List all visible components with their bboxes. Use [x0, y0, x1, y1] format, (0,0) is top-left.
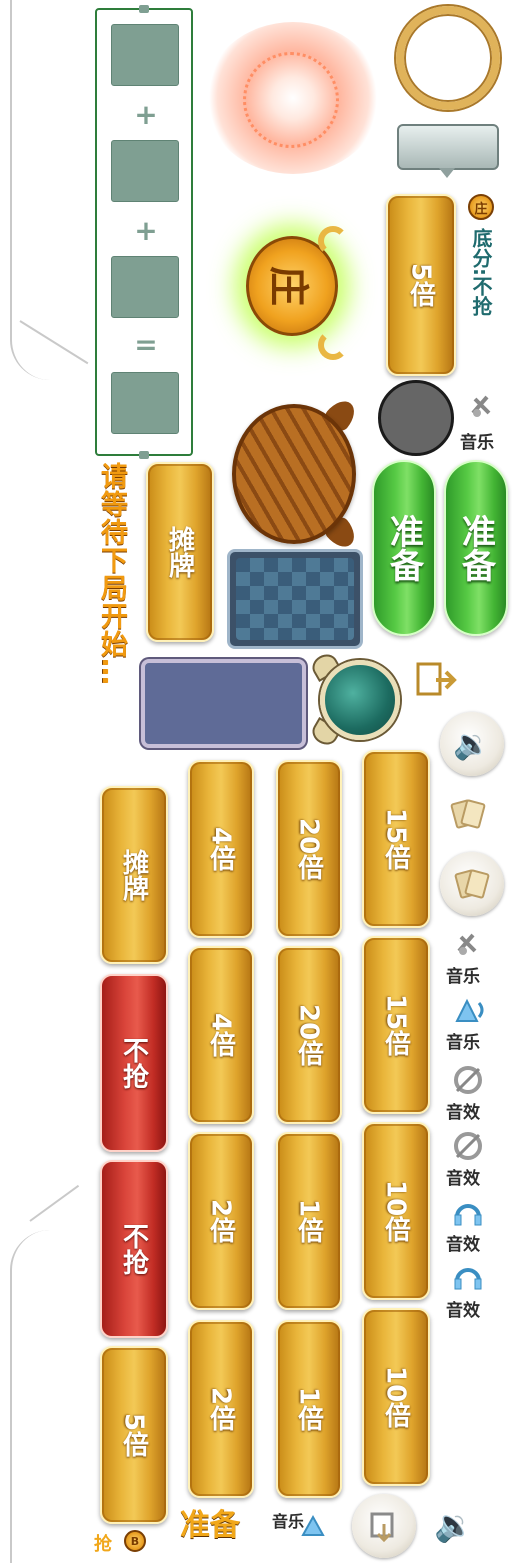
decor-curve-bottom	[10, 1230, 70, 1563]
ready-label-text: 准备	[180, 1508, 240, 1543]
multiplier-button-m3[interactable]: 1倍	[276, 1132, 342, 1310]
multiplier-button-l2[interactable]: 4倍	[188, 946, 254, 1124]
music-on-bottom-svg	[301, 1514, 325, 1536]
info-panel	[141, 659, 306, 748]
music-mute-icon-top[interactable]	[460, 384, 504, 428]
music-label-3: 音乐	[446, 1033, 480, 1053]
multiplier-button-m1[interactable]: 20倍	[276, 760, 342, 938]
effect-mute-svg-2	[454, 1132, 482, 1160]
avatar-frame-ring	[396, 6, 500, 110]
formula-slot-1	[111, 24, 179, 86]
cards-icon-1[interactable]	[446, 792, 490, 836]
alarm-clock-icon	[320, 660, 400, 740]
music-label-top: 音乐	[460, 433, 494, 453]
small-coin-glyph: 庄	[474, 201, 488, 217]
formula-equals: =	[134, 328, 158, 361]
multiplier-button-r4[interactable]: 10倍	[362, 1308, 430, 1486]
effect-mute-icon-1[interactable]	[446, 1058, 490, 1102]
multiplier-button-l4[interactable]: 2倍	[188, 1320, 254, 1498]
base-score-label: 底分:不抢	[469, 228, 493, 316]
multiplier-button-m2[interactable]: 20倍	[276, 946, 342, 1124]
speaker-icon-bottom[interactable]: 🔉	[434, 1506, 474, 1544]
banker-horn-bottom-icon	[318, 330, 348, 360]
formula-bottom-knob	[139, 451, 149, 459]
effect-on-svg-1	[454, 1204, 482, 1226]
formula-slot-result	[111, 372, 179, 434]
effect-label-1: 音效	[446, 1103, 480, 1123]
effect-label-3: 音效	[446, 1235, 480, 1255]
effect-on-svg-2	[454, 1268, 482, 1290]
multiplier-button-l3[interactable]: 2倍	[188, 1132, 254, 1310]
decor-curve-bottom-diag	[29, 1184, 80, 1222]
formula-top-knob	[139, 5, 149, 13]
music-on-icon-bottom[interactable]	[296, 1508, 332, 1544]
small-coin-bottom-glyph: B	[130, 1534, 140, 1548]
card-back-mat	[227, 549, 363, 649]
cards-svg-1	[450, 799, 486, 829]
effect-on-icon-2[interactable]	[446, 1256, 490, 1300]
effect-mute-svg-1	[454, 1066, 482, 1094]
small-banker-coin-icon: 庄	[468, 194, 494, 220]
bull-head-icon	[232, 404, 356, 544]
card-back-pattern	[236, 558, 354, 640]
multiplier-button-m4[interactable]: 1倍	[276, 1320, 342, 1498]
banker-glow-ring	[243, 52, 339, 148]
speaker-icon: 🔉	[453, 726, 491, 762]
banker-coin-glyph: 庄	[265, 266, 311, 306]
music-label-2: 音乐	[446, 967, 480, 987]
exit-door-icon[interactable]	[414, 660, 458, 700]
music-mute-icon[interactable]	[446, 922, 490, 966]
wait-next-round-message: 请等待下局开始…	[96, 462, 127, 686]
music-mute-svg-2	[457, 933, 477, 955]
multiplier-button-r2[interactable]: 15倍	[362, 936, 430, 1114]
multiplier-button-r1[interactable]: 15倍	[362, 750, 430, 928]
show-cards-button-bottom[interactable]: 摊牌	[100, 786, 168, 964]
speaker-button[interactable]: 🔉	[440, 712, 504, 776]
no-grab-button-1[interactable]: 不抢	[100, 974, 168, 1152]
card-formula-panel: + + =	[95, 5, 193, 459]
cards-button[interactable]	[440, 852, 504, 916]
formula-plus-1: +	[134, 98, 158, 131]
effect-label-2: 音效	[446, 1169, 480, 1189]
multiplier-button-r3[interactable]: 10倍	[362, 1122, 430, 1300]
effect-mute-icon-2[interactable]	[446, 1124, 490, 1168]
ready-button-1[interactable]: 准备	[372, 460, 436, 636]
effect-label-4: 音效	[446, 1301, 480, 1321]
small-coin-bottom-icon: B	[124, 1530, 146, 1552]
no-grab-button-2[interactable]: 不抢	[100, 1160, 168, 1338]
formula-slot-3	[111, 256, 179, 318]
player-avatar-placeholder	[378, 380, 454, 456]
multiplier-5-button-bottom[interactable]: 5倍	[100, 1346, 168, 1524]
cards-icon-2	[454, 869, 490, 899]
exit-door-svg	[416, 662, 457, 696]
exit-bottom-icon	[370, 1512, 394, 1543]
exit-button-bottom[interactable]	[352, 1494, 416, 1558]
multiplier-button-l1[interactable]: 4倍	[188, 760, 254, 938]
show-cards-button-top[interactable]: 摊牌	[146, 462, 214, 642]
banker-horn-top-icon	[318, 226, 348, 256]
multiplier-5-button-top[interactable]: 5倍	[386, 194, 456, 376]
music-on-svg	[455, 998, 484, 1022]
music-on-icon[interactable]	[446, 988, 490, 1032]
music-mute-svg	[471, 395, 491, 417]
ready-button-2[interactable]: 准备	[444, 460, 508, 636]
chat-bubble	[397, 124, 499, 178]
grab-label: 抢	[94, 1534, 112, 1555]
formula-plus-2: +	[134, 214, 158, 247]
formula-slot-2	[111, 140, 179, 202]
